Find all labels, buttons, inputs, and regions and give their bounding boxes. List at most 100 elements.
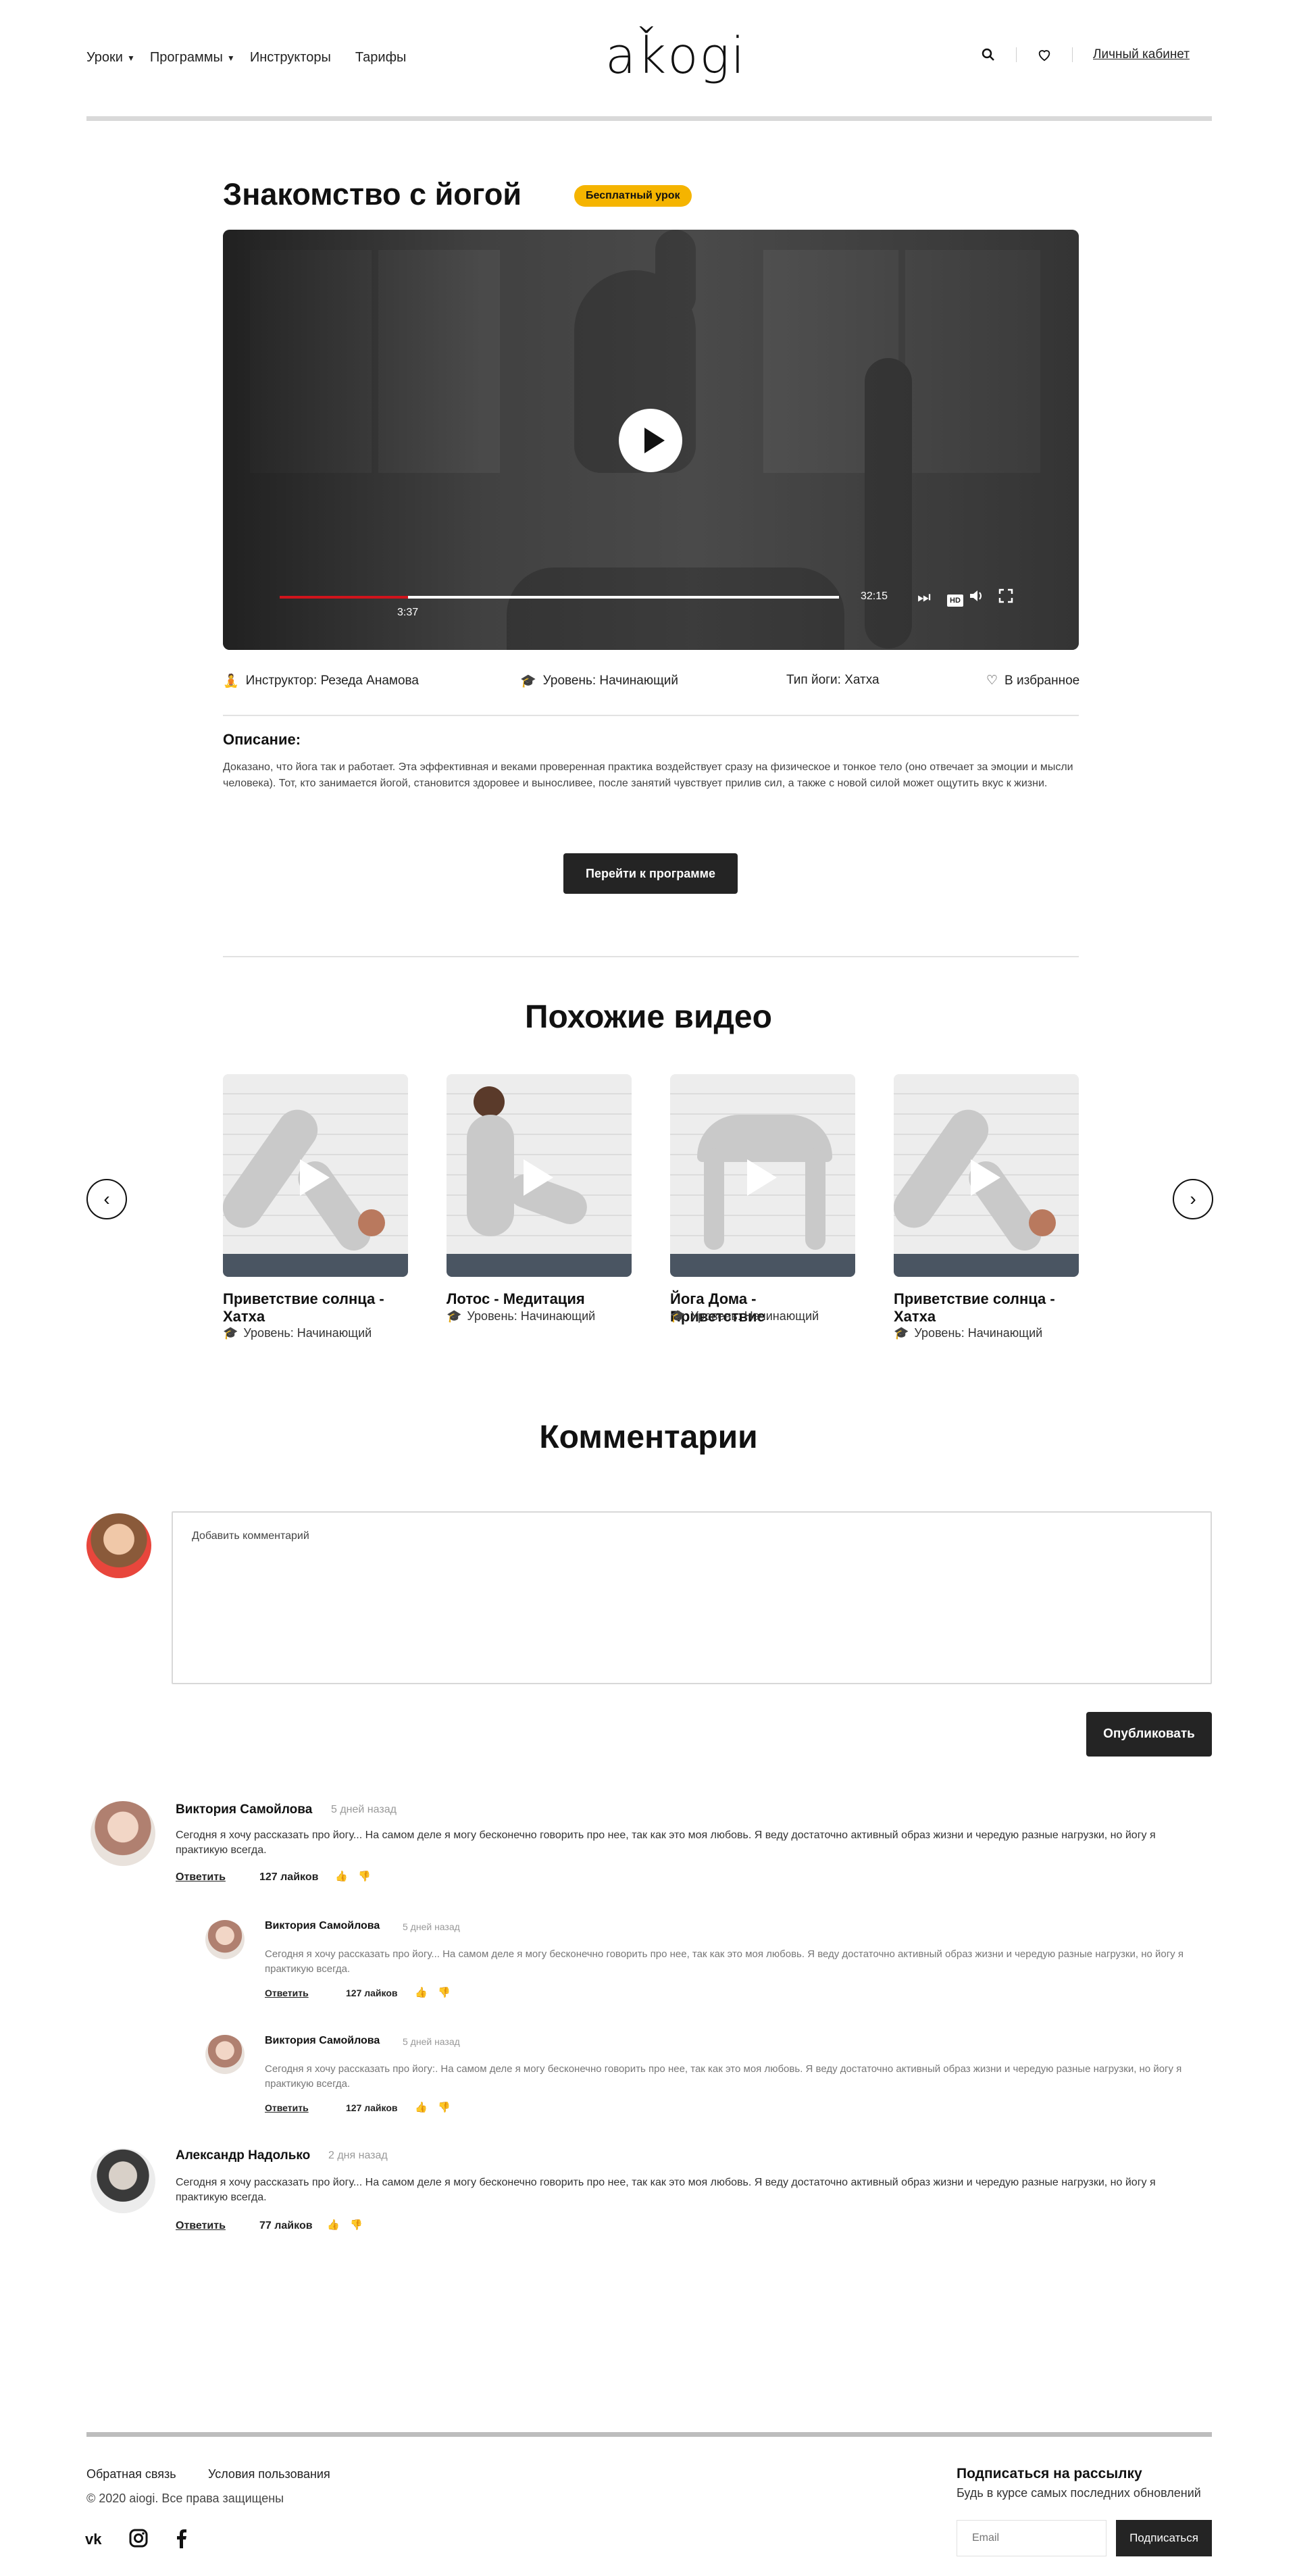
graduation-cap-icon: 🎓 xyxy=(223,1326,238,1340)
current-time: 3:37 xyxy=(397,607,419,618)
avatar xyxy=(91,1801,155,1866)
video-card-thumb[interactable] xyxy=(670,1074,855,1277)
video-card-title[interactable]: Приветствие солнца - Хатха xyxy=(894,1290,1079,1325)
avatar xyxy=(86,1513,151,1578)
comment-author[interactable]: Виктория Самойлова xyxy=(265,2035,380,2047)
vk-icon[interactable]: vk xyxy=(85,2529,109,2552)
facebook-icon[interactable] xyxy=(174,2528,188,2554)
comments-title: Комментарии xyxy=(539,1419,758,1455)
thumbs-down-icon[interactable]: 👎 xyxy=(358,1870,371,1882)
email-input[interactable] xyxy=(957,2521,1106,2556)
footer-terms-link[interactable]: Условия пользования xyxy=(208,2467,330,2481)
video-card-thumb[interactable] xyxy=(894,1074,1079,1277)
meta-divider xyxy=(223,715,1079,716)
header-actions: Личный кабинет xyxy=(981,47,1190,62)
video-card-title[interactable]: Лотос - Медитация xyxy=(447,1290,632,1308)
video-card-level: 🎓 Уровень: Начинающий xyxy=(894,1326,1042,1340)
caret-down-icon: ▼ xyxy=(126,53,135,63)
section-divider xyxy=(223,956,1079,957)
level-label: Уровень: Начинающий xyxy=(690,1309,819,1323)
svg-text:vk: vk xyxy=(85,2531,102,2547)
thumb-mat xyxy=(447,1254,632,1277)
graduation-cap-icon: 🎓 xyxy=(520,674,536,688)
video-progress[interactable] xyxy=(280,596,839,599)
email-field[interactable] xyxy=(957,2520,1107,2556)
video-card-title[interactable]: Приветствие солнца - Хатха xyxy=(223,1290,408,1325)
instagram-icon[interactable] xyxy=(128,2528,149,2554)
footer-divider xyxy=(86,2432,1212,2437)
publish-button[interactable]: Опубликовать xyxy=(1086,1712,1212,1757)
avatar xyxy=(205,1920,245,1959)
thumbs-up-icon[interactable]: 👍 xyxy=(335,1870,348,1882)
thumb-figure xyxy=(474,1086,505,1117)
comment-author[interactable]: Александр Надолько xyxy=(176,2148,310,2163)
comment-author[interactable]: Виктория Самойлова xyxy=(265,1920,380,1932)
video-player[interactable]: 3:37 32:15 ⏭ HD xyxy=(223,230,1079,650)
main-nav: Уроки ▼ Программы ▼ Инструкторы Тарифы xyxy=(86,50,406,66)
hd-label: HD xyxy=(947,595,963,607)
prev-arrow-icon[interactable]: ‹ xyxy=(86,1179,127,1219)
duration: 32:15 xyxy=(861,590,888,602)
subscribe-button[interactable]: Подписаться xyxy=(1116,2520,1212,2556)
search-icon[interactable] xyxy=(981,47,996,62)
header-separator xyxy=(1072,47,1073,62)
free-lesson-badge: Бесплатный урок xyxy=(574,185,692,207)
comment-text: Сегодня я хочу рассказать про йогу... На… xyxy=(265,1948,1184,1975)
play-icon[interactable] xyxy=(300,1159,330,1196)
nav-programs-label: Программы xyxy=(149,50,223,65)
reply-link[interactable]: Ответить xyxy=(176,1871,226,1884)
heart-icon[interactable] xyxy=(1037,47,1052,62)
reply-link[interactable]: Ответить xyxy=(176,2220,226,2232)
nav-instructors[interactable]: Инструкторы xyxy=(250,50,331,66)
description-text: Доказано, что йога так и работает. Эта э… xyxy=(223,761,1073,789)
logo[interactable]: aǩogi xyxy=(605,27,746,85)
graduation-cap-icon: 🎓 xyxy=(670,1309,686,1323)
play-icon[interactable] xyxy=(971,1159,1000,1196)
thumbs-down-icon[interactable]: 👎 xyxy=(438,2101,451,2113)
caret-down-icon: ▼ xyxy=(226,53,235,63)
next-arrow-icon[interactable]: › xyxy=(1173,1179,1213,1219)
account-link[interactable]: Личный кабинет xyxy=(1093,47,1190,62)
play-icon[interactable] xyxy=(619,409,682,472)
volume-icon[interactable] xyxy=(969,588,985,607)
instructor-label: Инструктор: Резеда Анамова xyxy=(245,674,419,688)
reply-link[interactable]: Ответить xyxy=(265,2102,309,2113)
thumbs-down-icon[interactable]: 👎 xyxy=(438,1986,451,1998)
video-card-thumb[interactable] xyxy=(447,1074,632,1277)
thumbs-up-icon[interactable]: 👍 xyxy=(415,2101,428,2113)
comment-text: Сегодня я хочу рассказать про йогу... На… xyxy=(176,2177,1156,2203)
similar-title: Похожие видео xyxy=(525,999,772,1035)
level-info: 🎓 Уровень: Начинающий xyxy=(520,673,678,689)
nav-programs[interactable]: Программы ▼ xyxy=(150,50,235,66)
video-card-thumb[interactable] xyxy=(223,1074,408,1277)
header-divider xyxy=(86,116,1212,121)
favorite-button[interactable]: ♡ В избранное xyxy=(986,673,1079,688)
go-to-program-button[interactable]: Перейти к программе xyxy=(563,853,738,894)
nav-lessons[interactable]: Уроки ▼ xyxy=(86,50,135,66)
play-icon[interactable] xyxy=(524,1159,553,1196)
level-label: Уровень: Начинающий xyxy=(914,1326,1043,1340)
likes-count: 127 лайков xyxy=(346,2102,398,2113)
description-title: Описание: xyxy=(223,731,301,748)
header-separator xyxy=(1016,47,1017,62)
thumb-mat xyxy=(894,1254,1079,1277)
likes-count: 77 лайков xyxy=(259,2220,313,2231)
reply-link[interactable]: Ответить xyxy=(265,1988,309,1998)
footer-feedback-link[interactable]: Обратная связь xyxy=(86,2467,176,2481)
fullscreen-icon[interactable] xyxy=(998,588,1013,607)
next-icon[interactable]: ⏭ xyxy=(917,588,931,606)
comment-time: 5 дней назад xyxy=(403,2036,460,2047)
comment-input[interactable]: Добавить комментарий xyxy=(172,1511,1212,1684)
hd-icon[interactable]: HD xyxy=(947,589,967,607)
thumbs-up-icon[interactable]: 👍 xyxy=(327,2219,340,2231)
newsletter-text: Будь в курсе самых последних обновлений xyxy=(957,2486,1201,2500)
thumbs-down-icon[interactable]: 👎 xyxy=(350,2219,363,2231)
video-card-level: 🎓 Уровень: Начинающий xyxy=(223,1326,372,1340)
nav-pricing[interactable]: Тарифы xyxy=(355,50,407,66)
newsletter-title: Подписаться на рассылку xyxy=(957,2466,1142,2481)
comment-author[interactable]: Виктория Самойлова xyxy=(176,1802,312,1817)
comment-time: 5 дней назад xyxy=(403,1921,460,1932)
level-label: Уровень: Начинающий xyxy=(467,1309,596,1323)
play-icon[interactable] xyxy=(747,1159,777,1196)
thumbs-up-icon[interactable]: 👍 xyxy=(415,1986,428,1998)
